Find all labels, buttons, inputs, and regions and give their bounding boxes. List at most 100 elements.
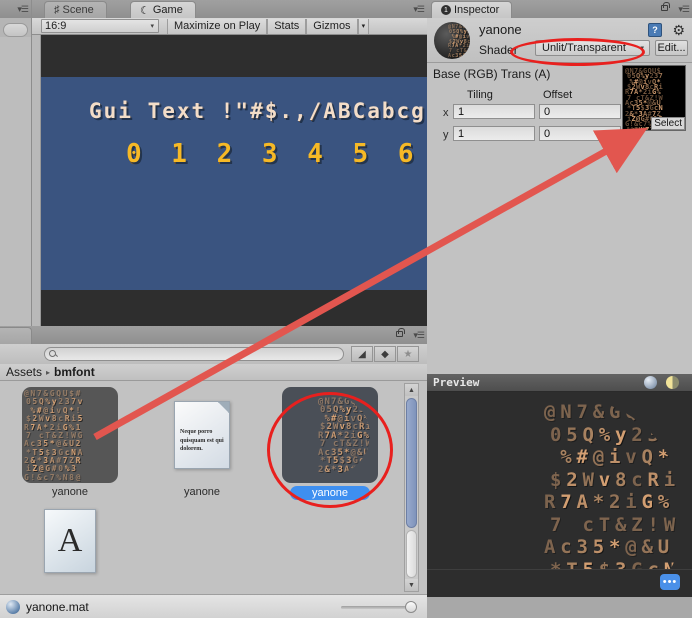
preview-header: Preview	[427, 374, 692, 392]
offset-y-field[interactable]: 0	[539, 126, 621, 141]
search-input[interactable]	[44, 347, 344, 361]
tiling-x-field[interactable]: 1	[453, 104, 535, 119]
lock-icon[interactable]	[396, 328, 405, 337]
scroll-up-arrow-icon[interactable]: ▲	[405, 384, 418, 396]
chevron-down-icon: ▾	[150, 23, 154, 30]
edit-shader-button[interactable]: Edit...	[655, 40, 688, 56]
tiling-y-field[interactable]: 1	[453, 126, 535, 141]
gizmos-dropdown-caret[interactable]: ▾	[357, 18, 370, 34]
tab-project[interactable]	[0, 327, 32, 344]
asset-item-font[interactable]: A	[18, 509, 122, 573]
game-panel: ♯ Scene ☾ Game ▾☰ 16:9 ▾ Maximize on Pla…	[32, 0, 427, 326]
preview-render[interactable]: @ N 7 & G Q U $0 5 Q% y 2 3 7 % # @ i v Q * $2 Wv 8 c Ri R 7 A * 2 i G%…	[427, 392, 692, 569]
left-panel-tabstrip: ▾☰	[0, 0, 31, 18]
lock-icon[interactable]	[661, 2, 670, 11]
tab-inspector[interactable]: 1 Inspector	[431, 1, 513, 18]
gizmos-button[interactable]: Gizmos	[306, 18, 358, 34]
glyph-mini-sphere-art: @ N 7 & G Q 0 5 Q% y 2 % # @ i v $2 Wv 8 c R 7 A * 2 i 7 c T & Z Ac 3 5…	[448, 24, 470, 59]
y-axis-label: y	[443, 129, 449, 141]
letterbox-top	[41, 35, 427, 77]
sphere-icon[interactable]	[641, 376, 660, 390]
asset-thumbnail-font: A	[44, 509, 96, 573]
stats-button[interactable]: Stats	[267, 18, 307, 34]
preview-sphere: @ N 7 & G Q U $0 5 Q% y 2 3 7 % # @ i v Q * $2 Wv 8 c Ri R 7 A * 2 i G%…	[449, 397, 684, 569]
gui-text-line-2: 0 1 2 3 4 5 6 7 8 9	[126, 139, 427, 169]
game-view-render[interactable]: Gui Text !"#$.,/ABCabcg 0 1 2 3 4 5 6 7 …	[40, 35, 427, 326]
tab-game-label: Game	[152, 4, 183, 16]
preview-footer: •••	[427, 569, 692, 597]
scrollbar-track[interactable]	[406, 530, 417, 578]
letterbox-bottom	[41, 290, 427, 326]
x-axis-label: x	[443, 107, 449, 119]
page-fold-icon	[218, 402, 229, 413]
asset-label: yanone	[183, 486, 221, 498]
panel-menu-icon[interactable]: ▾☰	[678, 4, 690, 15]
breadcrumb-current[interactable]: bmfont	[54, 365, 95, 379]
tab-scene-label: Scene	[62, 4, 94, 16]
zoom-slider-knob[interactable]	[405, 600, 417, 613]
tab-game[interactable]: ☾ Game	[130, 1, 196, 18]
type-filter-icon[interactable]: ◢	[351, 346, 373, 362]
unity-editor-window: ▾☰ ♯ Scene ☾ Game ▾☰ 16:9 ▾ Maximize on …	[0, 0, 692, 618]
game-panel-tabstrip: ♯ Scene ☾ Game ▾☰	[32, 0, 427, 18]
asset-item-texture[interactable]: @ N 7 & G Q U $ #0 5 Q% y 2 3 7 v % # @ i v Q *! $2 Wv 8 c Ri 5 R 7 A *…	[18, 387, 122, 498]
asset-label: yanone	[51, 486, 89, 498]
zoom-slider[interactable]	[341, 600, 417, 613]
asset-thumbnail-text-document: Neque porro quisquam est qui dolorem.	[174, 401, 230, 469]
aspect-ratio-value: 16:9	[45, 20, 67, 32]
project-toolbar: ◢ ◆ ★	[0, 344, 427, 364]
left-panel-body	[0, 37, 31, 332]
search-icon	[49, 350, 56, 357]
left-side-panel: ▾☰	[0, 0, 32, 332]
panel-menu-icon[interactable]: ▾☰	[413, 330, 425, 341]
tiling-header: Tiling	[467, 89, 493, 101]
document-preview-text: Neque porro quisquam est qui dolorem.	[180, 429, 224, 453]
preview-panel: Preview @ N 7 & G Q U $0 5 Q% y 2 3 7 % # @ i v Q * $2 Wv 8 c Ri…	[427, 374, 692, 597]
preview-title: Preview	[433, 376, 480, 389]
breadcrumb-root[interactable]: Assets	[6, 365, 42, 379]
help-icon[interactable]: ?	[648, 23, 662, 37]
preview-options-button[interactable]: •••	[660, 574, 680, 590]
label-filter-icon[interactable]: ◆	[374, 346, 396, 362]
gui-text-line-1: Gui Text !"#$.,/ABCabcg	[89, 99, 426, 123]
project-panel-tabstrip: ▾☰	[0, 326, 427, 344]
offset-x-field[interactable]: 0	[539, 104, 621, 119]
material-preview-thumbnail: @ N 7 & G Q 0 5 Q% y 2 % # @ i v $2 Wv 8 c R 7 A * 2 i 7 c T & Z Ac 3 5…	[434, 22, 470, 59]
shader-dropdown-highlight	[510, 38, 645, 66]
left-panel-search-pill[interactable]	[3, 23, 28, 37]
favorite-filter-icon[interactable]: ★	[397, 346, 419, 362]
right-status-area	[427, 597, 692, 618]
scroll-down-arrow-icon[interactable]: ▼	[405, 579, 418, 591]
property-label: Base (RGB) Trans (A)	[433, 67, 551, 81]
status-bar: yanone.mat	[0, 594, 427, 618]
gamepad-icon: ☾	[140, 4, 150, 17]
material-name: yanone	[479, 22, 522, 37]
asset-item-text[interactable]: Neque porro quisquam est qui dolorem. ya…	[150, 387, 254, 498]
project-vertical-scrollbar[interactable]: ▲ ▼	[404, 383, 419, 592]
glyph-texture-art: @ N 7 & G Q U $ #0 5 Q% y 2 3 7 v % # @ i v Q *! $2 Wv 8 c Ri 5 R 7 A *…	[24, 389, 83, 482]
texture-slot[interactable]: @ N 7 & G Q U $0 5 Q% y 2 3 7 % # @ i v Q * $2 Wv 8 c Ri R 7 A * 2 i G%…	[622, 65, 686, 131]
breadcrumb: Assets ▸ bmfont	[0, 364, 427, 381]
game-view-toolbar: 16:9 ▾ Maximize on Play Stats Gizmos ▾	[32, 18, 427, 35]
maximize-on-play-button[interactable]: Maximize on Play	[167, 18, 268, 34]
panel-menu-icon[interactable]: ▾☰	[413, 4, 425, 15]
gear-icon[interactable]: ⚙	[672, 22, 685, 39]
scrollbar-thumb[interactable]	[406, 398, 417, 528]
inspector-tabstrip: 1 Inspector ▾☰	[427, 0, 692, 18]
panel-menu-icon[interactable]: ▾☰	[17, 4, 29, 15]
tab-scene[interactable]: ♯ Scene	[44, 1, 107, 18]
lighting-icon[interactable]	[663, 376, 682, 390]
material-ball-icon	[6, 599, 20, 614]
asset-thumbnail-texture: @ N 7 & G Q U $ #0 5 Q% y 2 3 7 v % # @ i v Q *! $2 Wv 8 c Ri 5 R 7 A *…	[22, 387, 118, 483]
selected-asset-highlight	[267, 392, 393, 508]
breadcrumb-separator-icon: ▸	[46, 367, 51, 377]
aspect-ratio-dropdown[interactable]: 16:9 ▾	[41, 19, 159, 33]
offset-header: Offset	[543, 89, 573, 101]
tab-inspector-label: Inspector	[454, 4, 500, 16]
game-view-content: Gui Text !"#$.,/ABCabcg 0 1 2 3 4 5 6 7 …	[41, 77, 427, 290]
zoom-slider-track	[341, 605, 413, 609]
select-texture-button[interactable]: Select	[651, 117, 685, 130]
status-text: yanone.mat	[26, 599, 89, 614]
grid-icon: ♯	[54, 4, 60, 16]
inspector-badge-icon: 1	[441, 5, 451, 15]
